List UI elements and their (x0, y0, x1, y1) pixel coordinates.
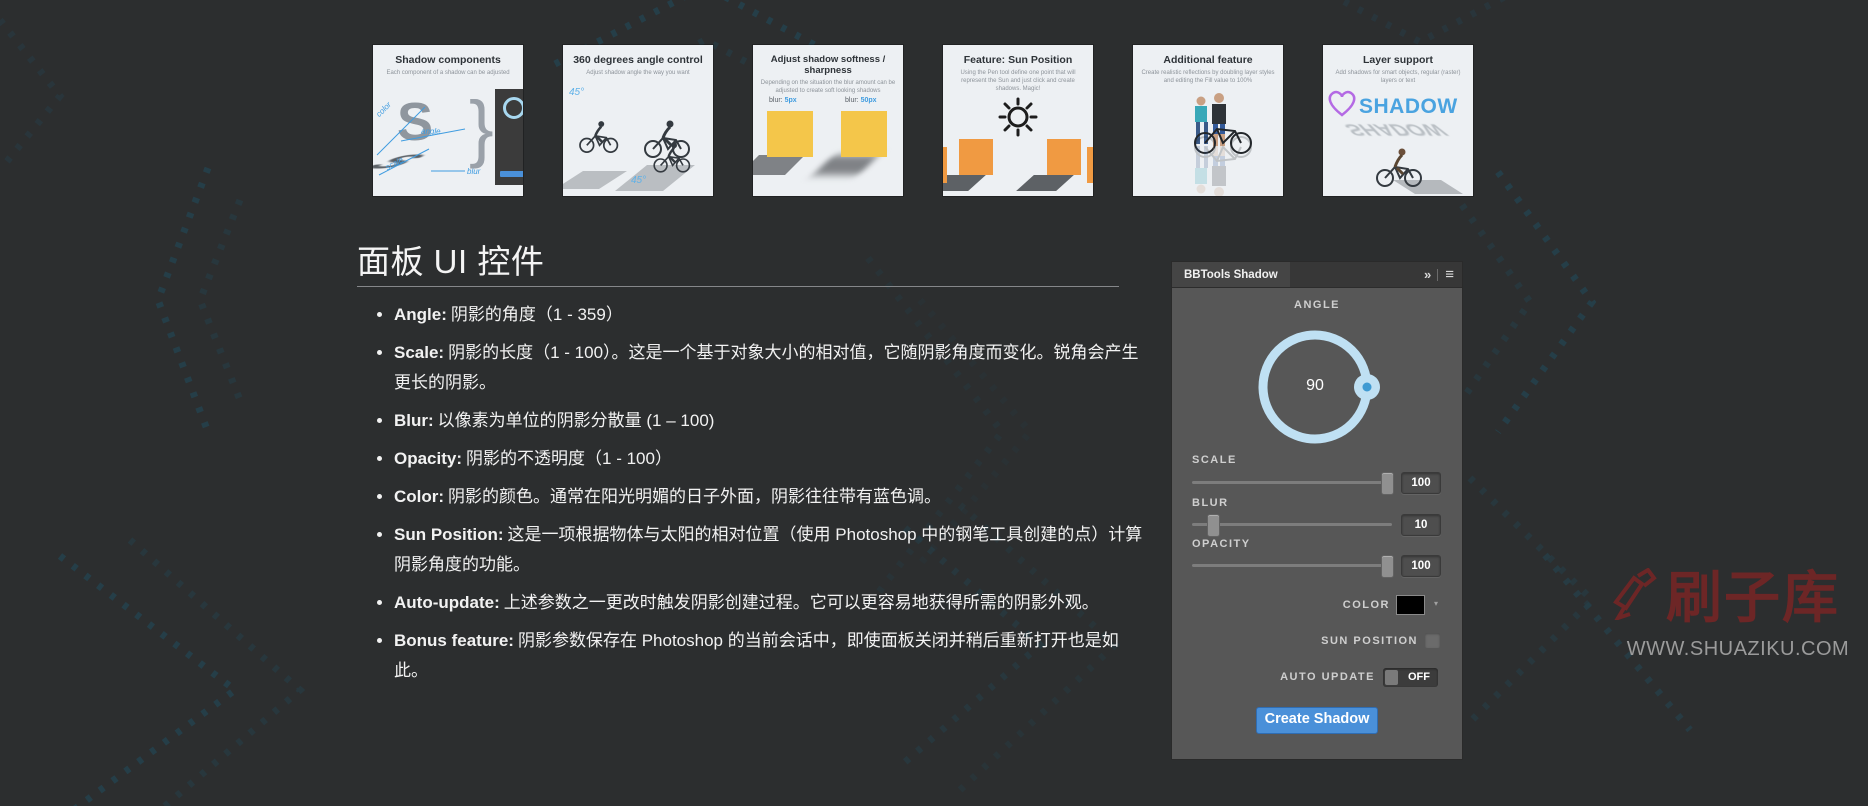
card-title: Adjust shadow softness / sharpness (770, 54, 886, 76)
yellow-square-left (767, 111, 813, 157)
thumbnail-layer-support[interactable]: Layer support Add shadows for smart obje… (1323, 45, 1473, 196)
panel-menu-icon[interactable]: ≡ (1445, 266, 1454, 283)
panel-tab-label: BBTools Shadow (1184, 268, 1278, 281)
scale-slider-thumb[interactable] (1381, 472, 1394, 495)
angle-control-art: 45° 45° (563, 79, 713, 196)
opacity-label: OPACITY (1192, 538, 1251, 550)
brace-glyph: } (469, 86, 494, 169)
bbtools-shadow-panel: BBTools Shadow » ≡ ANGLE 90 SCALE 100 BL… (1172, 262, 1462, 759)
opacity-slider-thumb[interactable] (1381, 555, 1394, 578)
sun-position-checkbox[interactable] (1425, 633, 1440, 648)
blur-value-field[interactable]: 10 (1401, 514, 1441, 536)
collapse-panel-icon[interactable]: » (1424, 267, 1431, 282)
list-item-sun-position: Sun Position:这是一项根据物体与太阳的相对位置（使用 Photosh… (394, 520, 1150, 580)
blur-slider[interactable] (1192, 514, 1392, 537)
thumbnail-shadow-components[interactable]: Shadow components Each component of a sh… (373, 45, 523, 196)
thumbnail-angle-control[interactable]: 360 degrees angle control Adjust shadow … (563, 45, 713, 196)
mini-create-button (500, 171, 523, 177)
scale-value-field[interactable]: 100 (1401, 472, 1441, 494)
scale-slider[interactable] (1192, 472, 1394, 495)
list-item-color: Color:阴影的颜色。通常在阳光明媚的日子外面，阴影往往带有蓝色调。 (394, 482, 1150, 512)
thumbnail-additional-feature[interactable]: Additional feature Create realistic refl… (1133, 45, 1283, 196)
heart-icon (1328, 90, 1356, 117)
card-subtitle: Adjust shadow angle the way you want (586, 70, 690, 76)
card-subtitle: Each component of a shadow can be adjust… (386, 70, 510, 76)
angle-label: ANGLE (1294, 299, 1340, 311)
auto-update-toggle[interactable]: OFF (1383, 668, 1438, 687)
create-shadow-button[interactable]: Create Shadow (1256, 707, 1378, 734)
list-item-angle: Angle:阴影的角度（1 - 359） (394, 300, 1150, 330)
auto-update-label: AUTO UPDATE (1280, 671, 1375, 683)
list-item-scale: Scale:阴影的长度（1 - 100）。这是一个基于对象大小的相对值，它随阴影… (394, 338, 1150, 398)
cyclists-illustration: 45° 45° (563, 87, 695, 191)
list-item-auto-update: Auto-update:上述参数之一更改时触发阴影创建过程。它可以更容易地获得所… (394, 588, 1150, 618)
blur-right-label: blur: 50px (845, 97, 877, 104)
panel-tab[interactable]: BBTools Shadow (1172, 262, 1290, 287)
angle-label-1: 45° (569, 87, 584, 98)
angle-label-2: 45° (631, 175, 646, 186)
orange-cube-edge-left (943, 147, 947, 183)
opacity-slider[interactable] (1192, 555, 1394, 578)
shadow-components-art: S S color angle scale blur } (373, 79, 523, 196)
soft-shadow (813, 155, 879, 175)
cyclist-illustration (1376, 148, 1463, 194)
layer-support-art: SHADOW SHADOW (1323, 79, 1473, 196)
reflection-art (1133, 79, 1283, 196)
panel-header: BBTools Shadow » ≡ (1172, 262, 1462, 288)
annotation-angle: angle (421, 127, 441, 136)
scale-label: SCALE (1192, 454, 1237, 466)
sun-position-art (943, 79, 1093, 196)
watermark: 刷子库 WWW.SHUAZIKU.COM (1608, 553, 1868, 661)
mini-angle-dial (503, 97, 523, 119)
list-item-blur: Blur:以像素为单位的阴影分散量 (1 – 100) (394, 406, 1150, 436)
blur-label: BLUR (1192, 497, 1229, 509)
watermark-site: WWW.SHUAZIKU.COM (1626, 638, 1850, 660)
card-title: Shadow components (395, 54, 501, 66)
yellow-square-right (841, 111, 887, 157)
card-title: Feature: Sun Position (963, 54, 1073, 66)
card-title: 360 degrees angle control (573, 54, 703, 66)
orange-cube-edge-right (1087, 147, 1093, 183)
color-label: COLOR (1342, 599, 1390, 611)
orange-cube-left (959, 139, 993, 175)
color-swatch[interactable] (1396, 595, 1425, 615)
angle-value: 90 (1306, 377, 1324, 394)
heading-divider (357, 286, 1119, 287)
list-item-opacity: Opacity:阴影的不透明度（1 - 100） (394, 444, 1150, 474)
sharp-shadow (753, 155, 805, 175)
color-dropdown-icon[interactable]: ▾ (1434, 599, 1438, 608)
feature-gallery: Shadow components Each component of a sh… (373, 45, 1473, 196)
shadow-word: SHADOW (1359, 95, 1458, 118)
feature-list: Angle:阴影的角度（1 - 359） Scale:阴影的长度（1 - 100… (372, 300, 1150, 694)
page: Shadow components Each component of a sh… (0, 0, 1868, 806)
card-title: Layer support (1362, 54, 1433, 66)
thumbnail-sun-position[interactable]: Feature: Sun Position Using the Pen tool… (943, 45, 1093, 196)
auto-update-toggle-knob[interactable] (1385, 670, 1398, 685)
orange-cube-right (1047, 139, 1081, 175)
watermark-brand: 刷子库 (1666, 566, 1840, 629)
couple-with-bike-illustration (1194, 92, 1252, 196)
blur-slider-thumb[interactable] (1207, 514, 1220, 537)
header-separator (1437, 268, 1439, 281)
angle-dial[interactable]: 90 (1245, 317, 1385, 457)
list-item-bonus-feature: Bonus feature:阴影参数保存在 Photoshop 的当前会话中，即… (394, 626, 1150, 686)
blur-left-label: blur: 5px (769, 97, 797, 104)
page-title: 面板 UI 控件 (357, 243, 545, 281)
mini-panel-preview (495, 89, 523, 185)
sun-position-label: SUN POSITION (1321, 635, 1418, 647)
auto-update-state: OFF (1408, 671, 1430, 683)
card-title: Additional feature (1163, 54, 1253, 66)
thumbnail-softness[interactable]: Adjust shadow softness / sharpness Depen… (753, 45, 903, 196)
opacity-value-field[interactable]: 100 (1401, 555, 1441, 577)
brush-icon (1613, 567, 1657, 620)
softness-art: blur: 5px blur: 50px (753, 79, 903, 196)
